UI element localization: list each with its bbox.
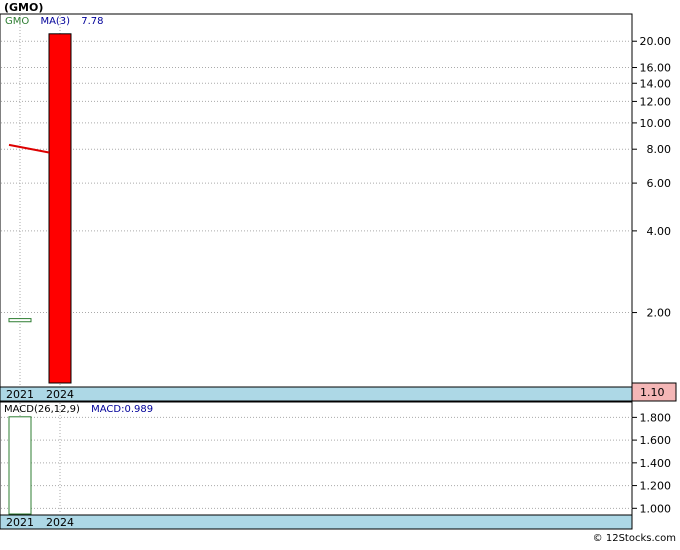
macd-params-label: MACD(26,12,9) — [4, 404, 80, 415]
macd-x-tick-label: 2021 — [6, 516, 34, 529]
legend-symbol: GMO — [5, 16, 29, 27]
price-legend: GMO MA(3) 7.78 — [5, 16, 104, 27]
macd-tick-label: 1.200 — [640, 480, 672, 493]
price-tick-label: 4.00 — [647, 225, 672, 238]
page-title: (GMO) — [4, 1, 43, 14]
footer-credit: © 12Stocks.com — [593, 533, 676, 544]
macd-tick-label: 1.000 — [640, 502, 672, 515]
price-date-axis-band — [0, 386, 633, 402]
price-candle — [8, 318, 32, 323]
macd-panel: 1.800 1.600 1.400 1.200 1.000 MACD(26,12,9) … — [0, 401, 672, 530]
macd-x-tick-label: 2024 — [46, 516, 74, 529]
price-x-tick-label: 2024 — [46, 388, 74, 401]
price-panel: 20.00 16.00 14.00 12.00 10.00 8.00 6.00 4.00 2.0… — [0, 13, 677, 402]
legend-ma-value: 7.78 — [81, 16, 103, 27]
stock-chart: (GMO) 20.00 16.00 14.00 12.00 10.00 8.00 6.00 4… — [0, 0, 680, 546]
price-x-tick-label: 2021 — [6, 388, 34, 401]
macd-marks — [8, 416, 32, 515]
last-price-label: 1.10 — [640, 386, 665, 399]
macd-tick-label: 1.800 — [640, 411, 672, 424]
price-plot-frame — [0, 13, 633, 388]
price-tick-label: 12.00 — [640, 95, 672, 108]
price-range-bar — [48, 33, 72, 384]
price-tick-label: 14.00 — [640, 77, 672, 90]
price-tick-label: 16.00 — [640, 62, 672, 75]
macd-plot-frame — [0, 401, 633, 516]
price-tick-label: 20.00 — [640, 35, 672, 48]
price-tick-label: 2.00 — [647, 307, 672, 320]
macd-tick-label: 1.400 — [640, 457, 672, 470]
macd-date-axis-band — [0, 514, 633, 530]
price-tick-label: 6.00 — [647, 177, 672, 190]
legend-ma-label: MA(3) — [40, 16, 70, 27]
macd-value-label: MACD:0.989 — [91, 404, 153, 415]
price-tick-label: 10.00 — [640, 117, 672, 130]
macd-bar — [8, 416, 32, 515]
macd-legend: MACD(26,12,9) MACD:0.989 — [4, 404, 153, 415]
price-tick-label: 8.00 — [647, 143, 672, 156]
chart-container: (GMO) 20.00 16.00 14.00 12.00 10.00 8.00 6.00 4… — [0, 0, 680, 546]
macd-tick-label: 1.600 — [640, 434, 672, 447]
